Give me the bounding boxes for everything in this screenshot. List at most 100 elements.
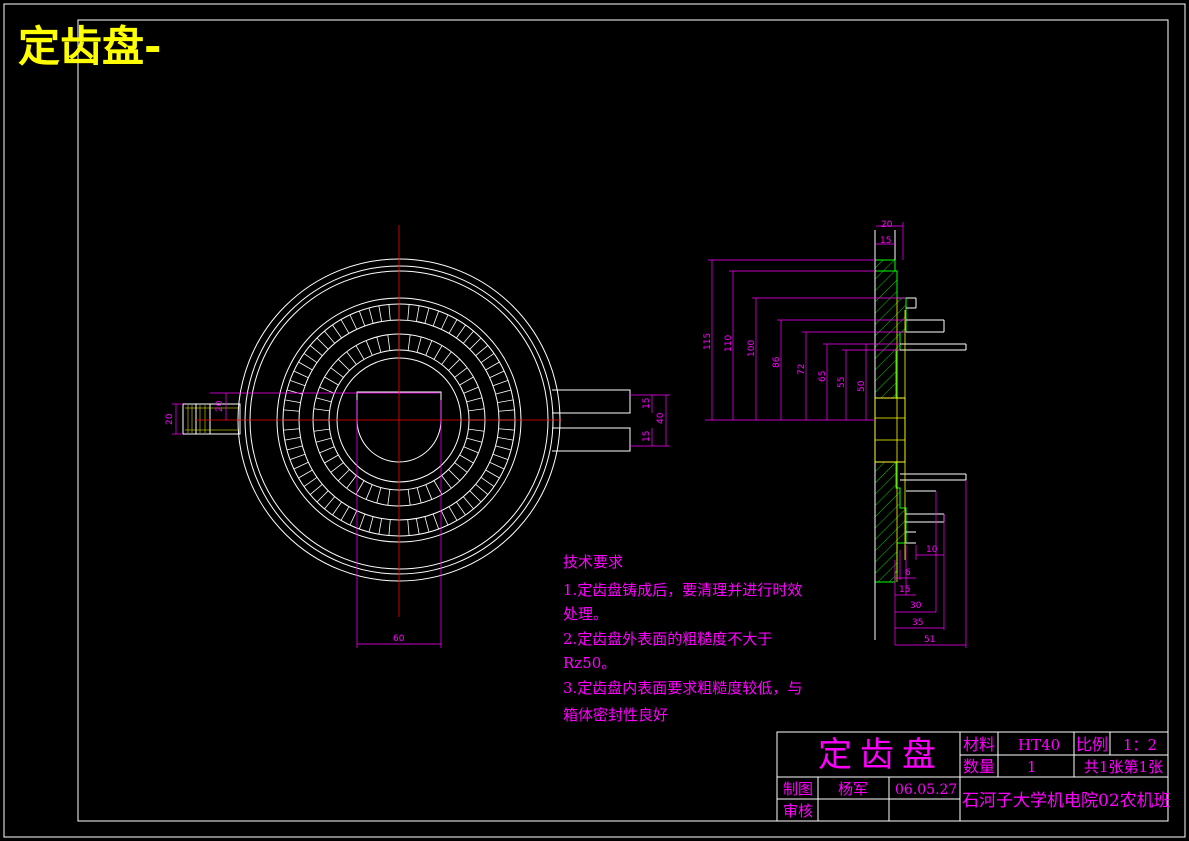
inner-tooth-line bbox=[463, 446, 479, 454]
outer-tooth-line bbox=[283, 428, 300, 431]
inner-tooth-line bbox=[416, 336, 422, 353]
outer-tooth-line bbox=[492, 453, 509, 461]
left-boss bbox=[182, 403, 241, 435]
inner-tooth-line bbox=[448, 358, 461, 371]
drawn-by-label: 制图 bbox=[783, 780, 813, 798]
scale-label: 比例 bbox=[1076, 735, 1108, 754]
outer-tooth-line bbox=[378, 518, 383, 535]
notes-line-5: 3.定齿盘内表面要求粗糙度较低，与 bbox=[563, 679, 802, 697]
inner-tooth-line bbox=[376, 336, 382, 353]
outer-tooth-line bbox=[495, 445, 512, 451]
dim-15-bottom: 15 bbox=[642, 431, 652, 442]
inner-tooth-line bbox=[355, 345, 365, 360]
drawn-date: 06.05.27 bbox=[895, 782, 957, 798]
outer-tooth-line bbox=[286, 389, 303, 395]
dim-115: 115 bbox=[703, 333, 713, 350]
outer-tooth-line bbox=[358, 513, 366, 530]
inner-tooth-line bbox=[425, 340, 433, 356]
outer-tooth-line bbox=[432, 310, 440, 327]
material-label: 材料 bbox=[963, 735, 995, 754]
outer-tooth-line bbox=[358, 310, 366, 327]
dim-51: 51 bbox=[924, 635, 935, 645]
outer-tooth-line bbox=[480, 353, 495, 363]
dim-40: 40 bbox=[656, 412, 666, 424]
outer-tooth-line bbox=[324, 496, 336, 510]
dim-35: 35 bbox=[912, 618, 923, 628]
outer-tooth-line bbox=[289, 379, 306, 387]
inner-tooth-line bbox=[459, 376, 474, 386]
inner-tooth-line bbox=[468, 408, 485, 412]
inner-tooth-line bbox=[407, 334, 411, 351]
inner-tooth-line bbox=[365, 484, 373, 500]
section-hatch-top bbox=[874, 259, 907, 399]
dim-55: 55 bbox=[837, 377, 847, 388]
outer-tooth-line bbox=[316, 490, 329, 503]
dim-72: 72 bbox=[797, 364, 807, 375]
outer-tooth-line bbox=[378, 305, 383, 322]
inner-tooth-line bbox=[337, 358, 350, 371]
outer-tooth-line bbox=[388, 519, 391, 536]
inner-tooth-line bbox=[346, 351, 357, 365]
outer-tooth-line bbox=[462, 496, 474, 510]
outer-tooth-line bbox=[332, 324, 342, 339]
inner-tooth-line bbox=[365, 340, 373, 356]
outer-tooth-line bbox=[324, 330, 336, 344]
inner-tooth-line bbox=[313, 428, 330, 432]
outer-tooth-line bbox=[462, 330, 474, 344]
outer-tooth-line bbox=[309, 483, 323, 495]
inner-tooth-line bbox=[466, 437, 483, 443]
inner-tooth-line bbox=[330, 462, 344, 473]
outer-tooth-line bbox=[415, 305, 420, 322]
outer-tooth-line bbox=[485, 469, 500, 479]
sheet-count: 共1张第1张 bbox=[1084, 758, 1163, 776]
outer-tooth-line bbox=[415, 518, 420, 535]
outer-tooth-line bbox=[424, 307, 430, 324]
checked-by-label: 审核 bbox=[783, 802, 813, 820]
outer-tooth-line bbox=[498, 409, 515, 412]
inner-tooth-line bbox=[468, 428, 485, 432]
outer-tooth-line bbox=[388, 304, 391, 321]
title-block: 定齿盘 材料 HT40 比例 1：2 数量 1 共1张第1张 制图 杨军 06.… bbox=[776, 731, 1171, 822]
quantity-label: 数量 bbox=[963, 757, 995, 776]
part-name: 定齿盘 bbox=[818, 735, 944, 775]
outer-tooth-line bbox=[489, 461, 505, 470]
dim-top-20: 20 bbox=[881, 220, 893, 230]
inner-tooth-line bbox=[319, 386, 335, 394]
dim-top-15: 15 bbox=[880, 236, 891, 246]
dim-86: 86 bbox=[772, 356, 782, 368]
inner-tooth-line bbox=[346, 475, 357, 489]
outer-tooth-line bbox=[298, 469, 313, 479]
dim-100: 100 bbox=[747, 340, 757, 357]
inner-tooth-line bbox=[466, 397, 483, 403]
drawn-by-name: 杨军 bbox=[838, 780, 868, 798]
inner-tooth-line bbox=[337, 469, 350, 482]
outer-tooth-line bbox=[448, 506, 458, 521]
dim-20-boss: 20 bbox=[215, 400, 225, 412]
outer-tooth-line bbox=[340, 319, 350, 334]
outer-tooth-line bbox=[498, 428, 515, 431]
outer-tooth-line bbox=[316, 337, 329, 350]
inner-tooth-line bbox=[463, 386, 479, 394]
dim-30: 30 bbox=[910, 601, 922, 611]
outer-tooth-line bbox=[469, 337, 482, 350]
notes-line-3: 2.定齿盘外表面的粗糙度不大于 bbox=[563, 630, 772, 648]
inner-tooth-line bbox=[441, 351, 452, 365]
notes-heading: 技术要求 bbox=[563, 553, 623, 571]
dim-50: 50 bbox=[857, 380, 867, 392]
outer-tooth-line bbox=[349, 314, 358, 330]
dim-6: 6 bbox=[905, 568, 911, 578]
outer-tooth-line bbox=[283, 409, 300, 412]
inner-tooth-line bbox=[441, 475, 452, 489]
outer-tooth-line bbox=[303, 353, 318, 363]
outer-tooth-line bbox=[497, 436, 514, 441]
outer-tooth-line bbox=[349, 510, 358, 526]
inner-frame bbox=[77, 19, 1169, 822]
material-value: HT40 bbox=[1018, 736, 1060, 754]
scale-value: 1：2 bbox=[1123, 736, 1157, 754]
drawing-sheet: 定齿盘- 20 20 15 15 40 60 20 15 115 110 100… bbox=[3, 3, 1186, 838]
inner-tooth-line bbox=[407, 489, 411, 506]
outer-tooth-line bbox=[340, 506, 350, 521]
inner-tooth-line bbox=[454, 367, 468, 378]
inner-tooth-line bbox=[313, 408, 330, 412]
outer-tooth-line bbox=[332, 501, 342, 516]
